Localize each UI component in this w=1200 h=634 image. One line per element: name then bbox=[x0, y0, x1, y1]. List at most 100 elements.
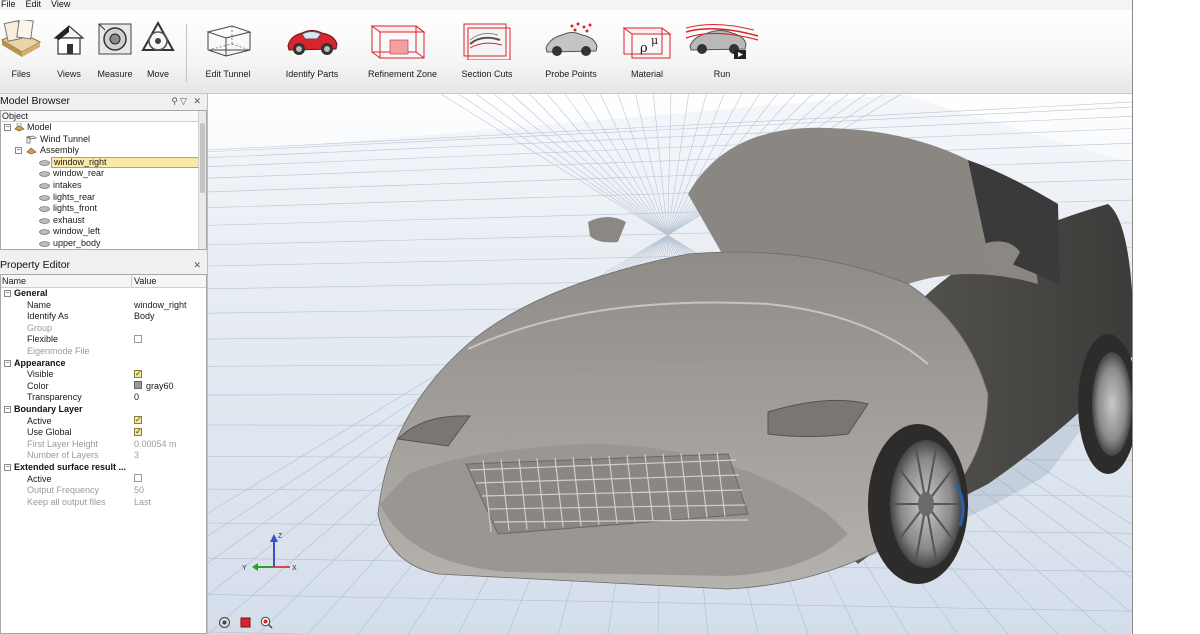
camera-icon[interactable] bbox=[218, 616, 231, 629]
tree-column-header: Object bbox=[1, 111, 206, 122]
property-row-use-global[interactable]: Use Global bbox=[1, 426, 206, 439]
part-icon bbox=[39, 171, 50, 178]
move-button[interactable]: Move bbox=[140, 20, 176, 79]
collapse-icon[interactable]: − bbox=[15, 147, 22, 155]
section-cuts-button[interactable]: Section Cuts bbox=[460, 20, 514, 79]
part-icon bbox=[39, 194, 50, 201]
probe-points-button[interactable]: Probe Points bbox=[542, 20, 600, 79]
group-extended-surface-result[interactable]: − Extended surface result ... bbox=[1, 462, 206, 474]
boundary-active-checkbox[interactable] bbox=[134, 414, 142, 426]
close-icon[interactable]: ✕ bbox=[193, 260, 203, 270]
identify-parts-label: Identify Parts bbox=[285, 69, 339, 79]
search-icon[interactable]: ⚲ bbox=[171, 96, 180, 106]
tree-item-model[interactable]: − Model bbox=[1, 122, 206, 134]
tree-item-label: intakes bbox=[53, 179, 82, 190]
property-row-extended-active[interactable]: Active bbox=[1, 474, 206, 486]
filter-icon[interactable]: ▽ bbox=[180, 96, 189, 106]
toolbar: Files Views Measure Move Edit Tunnel Ide… bbox=[0, 10, 1132, 94]
group-appearance[interactable]: − Appearance bbox=[1, 358, 206, 370]
wind-tunnel-icon bbox=[26, 135, 37, 143]
files-icon bbox=[0, 20, 42, 57]
close-icon[interactable]: ✕ bbox=[193, 96, 203, 106]
measure-label: Measure bbox=[97, 69, 133, 79]
visible-checkbox[interactable] bbox=[134, 368, 142, 379]
tree-item-wind-tunnel[interactable]: Wind Tunnel bbox=[1, 134, 206, 146]
run-label: Run bbox=[713, 69, 731, 79]
identify-parts-button[interactable]: Identify Parts bbox=[284, 20, 340, 79]
property-row-visible[interactable]: Visible bbox=[1, 368, 206, 381]
probe-points-label: Probe Points bbox=[545, 69, 597, 79]
stop-icon[interactable] bbox=[239, 616, 252, 629]
color-swatch[interactable] bbox=[134, 381, 142, 390]
property-row-first-layer-height: First Layer Height 0.00054 m bbox=[27, 438, 177, 449]
transparency-value[interactable]: 0 bbox=[134, 392, 139, 404]
tree-item-lights-rear[interactable]: lights_rear bbox=[1, 192, 206, 204]
property-row-flexible[interactable]: Flexible bbox=[1, 334, 206, 346]
model-browser-title: Model Browser bbox=[0, 95, 71, 107]
tree-item-assembly[interactable]: − Assembly bbox=[1, 145, 206, 157]
part-icon bbox=[39, 229, 50, 236]
assembly-icon bbox=[26, 147, 37, 155]
views-icon bbox=[53, 25, 85, 55]
value-column-header: Value bbox=[134, 276, 157, 286]
part-icon bbox=[39, 159, 50, 166]
color-value[interactable]: gray60 bbox=[146, 381, 174, 391]
measure-button[interactable]: Measure bbox=[95, 20, 135, 79]
name-column-header: Name bbox=[2, 276, 27, 286]
tree-item-window-left[interactable]: window_left bbox=[1, 226, 206, 238]
use-global-checkbox[interactable] bbox=[134, 426, 142, 437]
collapse-icon[interactable]: − bbox=[4, 463, 11, 471]
property-row-keep-all-output-files: Keep all output files Last bbox=[27, 496, 152, 507]
collapse-icon[interactable]: − bbox=[4, 405, 11, 413]
tree-item-lights-front[interactable]: lights_front bbox=[1, 203, 206, 215]
tree-item-intakes[interactable]: intakes bbox=[1, 180, 206, 192]
tree-item-exhaust[interactable]: exhaust bbox=[1, 215, 206, 227]
3d-viewport[interactable]: Z Y X bbox=[207, 94, 1133, 634]
group-boundary-layer[interactable]: − Boundary Layer bbox=[1, 404, 206, 416]
files-button[interactable]: Files bbox=[0, 20, 42, 79]
group-general[interactable]: − General bbox=[1, 288, 206, 300]
tree-item-label: upper_body bbox=[53, 237, 101, 248]
axis-x-label: X bbox=[292, 565, 297, 572]
material-icon: ρ μ bbox=[622, 27, 672, 59]
menu-edit[interactable]: Edit bbox=[26, 0, 42, 10]
identify-as-value[interactable]: Body bbox=[134, 311, 155, 323]
axis-y-label: Y bbox=[242, 565, 247, 572]
files-label: Files bbox=[11, 69, 31, 79]
property-row-active[interactable]: Active bbox=[1, 414, 206, 428]
model-icon bbox=[14, 123, 25, 132]
property-row-transparency[interactable]: Transparency 0 bbox=[1, 392, 206, 404]
menu-view[interactable]: View bbox=[51, 0, 70, 10]
zoom-icon[interactable] bbox=[260, 616, 273, 629]
material-button[interactable]: ρ μ Material bbox=[620, 20, 674, 79]
collapse-icon[interactable]: − bbox=[4, 124, 11, 131]
tree-item-window-rear[interactable]: window_rear bbox=[1, 168, 206, 180]
move-label: Move bbox=[146, 69, 169, 79]
collapse-icon[interactable]: − bbox=[4, 290, 11, 297]
viewport-canvas[interactable]: Z Y X bbox=[208, 94, 1133, 634]
edit-tunnel-button[interactable]: Edit Tunnel bbox=[202, 20, 254, 79]
flexible-checkbox[interactable] bbox=[134, 335, 142, 343]
tree-item-upper-body[interactable]: upper_body bbox=[1, 237, 206, 249]
property-row-color[interactable]: Color gray60 bbox=[1, 381, 206, 393]
tree-item-label: Model bbox=[27, 122, 52, 132]
tree-item-window-right[interactable]: window_right bbox=[1, 156, 206, 169]
run-button[interactable]: Run bbox=[684, 20, 760, 79]
menu-file[interactable]: File bbox=[1, 0, 16, 10]
scrollbar-thumb[interactable] bbox=[200, 123, 205, 193]
property-row-name[interactable]: Name window_right bbox=[1, 300, 206, 312]
collapse-icon[interactable]: − bbox=[4, 359, 11, 367]
property-row-identify-as[interactable]: Identify As Body bbox=[1, 311, 206, 323]
name-value[interactable]: window_right bbox=[134, 300, 187, 312]
extended-active-checkbox[interactable] bbox=[134, 474, 142, 483]
app-window: File Edit View Files Views Measure Move … bbox=[0, 0, 1133, 634]
tree-scrollbar[interactable] bbox=[198, 111, 206, 249]
part-icon bbox=[39, 241, 50, 247]
run-icon bbox=[685, 23, 759, 59]
property-editor-panel: Property Editor ✕ Name Value − General N… bbox=[0, 258, 207, 634]
section-cuts-icon bbox=[463, 23, 511, 60]
views-button[interactable]: Views bbox=[51, 20, 87, 79]
probe-points-icon bbox=[545, 22, 598, 56]
property-row-eigenmode-file: Eigenmode File bbox=[27, 345, 90, 356]
refinement-zone-button[interactable]: Refinement Zone bbox=[368, 20, 437, 79]
